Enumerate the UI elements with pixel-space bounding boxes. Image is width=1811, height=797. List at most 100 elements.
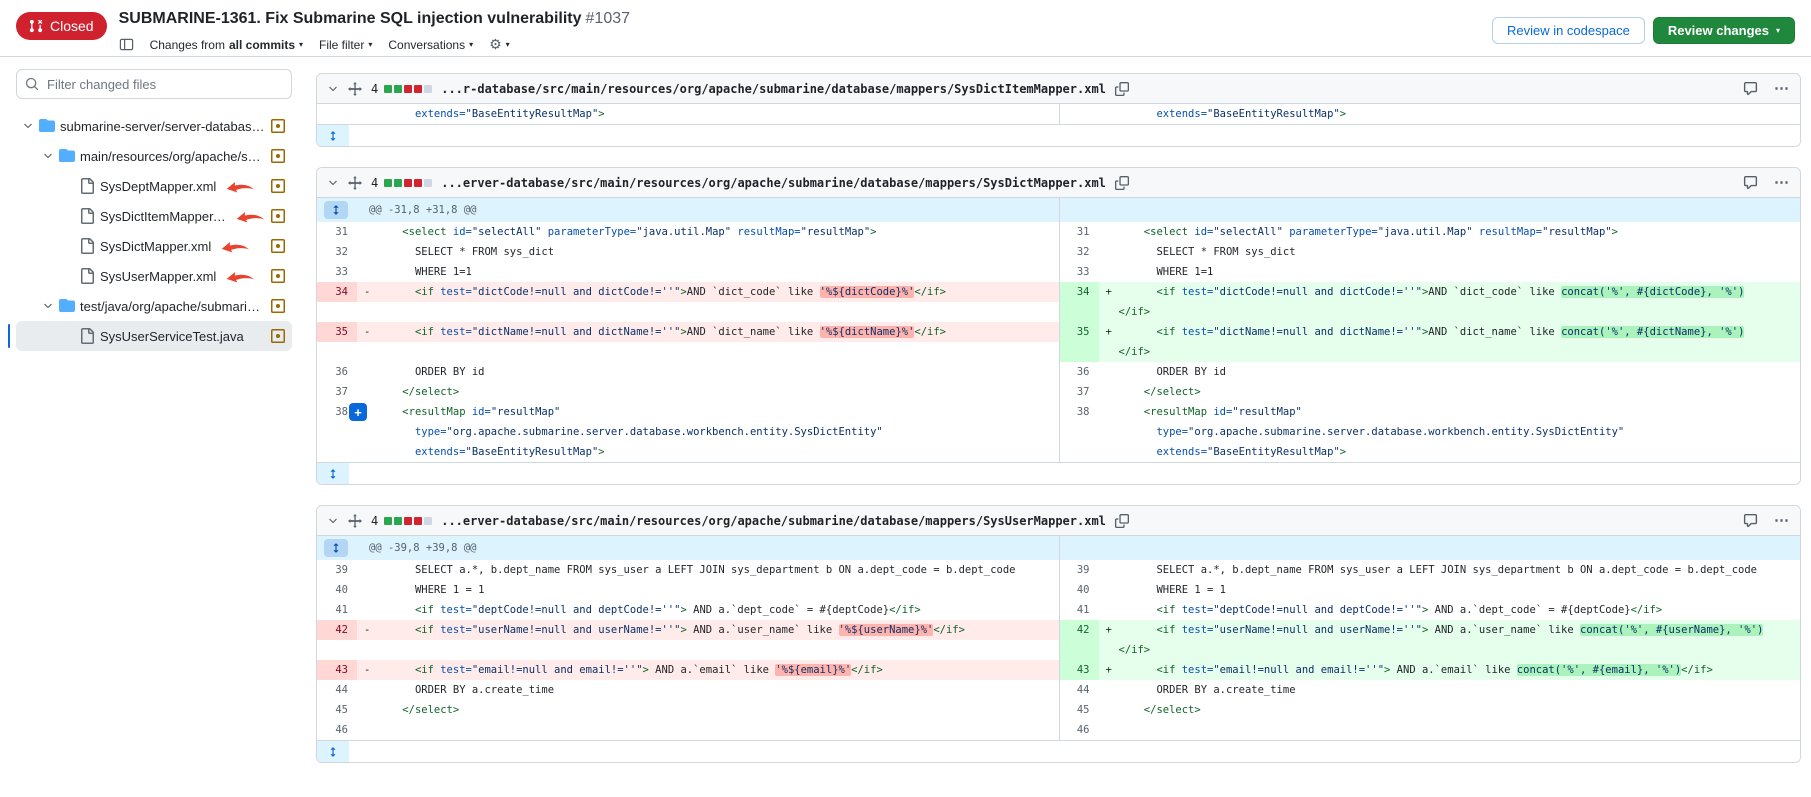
kebab-icon: ⋯: [1774, 81, 1790, 96]
chevron-down-icon: [327, 83, 339, 95]
line-number: 36: [317, 362, 357, 382]
drag-handle-icon[interactable]: [348, 514, 362, 528]
tree-file-row[interactable]: SysDictItemMapper.xml: [16, 201, 292, 231]
expand-hunk-button[interactable]: [324, 201, 348, 219]
diff-row: 35- <if test="dictName!=null and dictNam…: [317, 322, 1800, 342]
line-number: [1059, 422, 1099, 442]
line-number: 44: [1059, 680, 1099, 700]
tree-folder-row[interactable]: main/resources/org/apache/subm...: [16, 141, 292, 171]
file-path-link[interactable]: ...erver-database/src/main/resources/org…: [441, 176, 1106, 190]
deleted-line-marker: -: [364, 620, 370, 640]
pr-header: Closed SUBMARINE-1361. Fix Submarine SQL…: [0, 0, 1811, 57]
file-modified-icon: [270, 118, 286, 134]
line-number: [317, 442, 357, 462]
tree-item-label: submarine-server/server-database/...: [60, 119, 265, 134]
hunk-header-text: @@ -31,8 +31,8 @@: [357, 198, 1059, 222]
code-line: extends="BaseEntityResultMap">: [357, 104, 1059, 124]
code-line: <if test="deptCode!=null and deptCode!='…: [1099, 600, 1801, 620]
line-number: 43: [1059, 660, 1099, 680]
code-line: + <if test="dictName!=null and dictName!…: [1099, 322, 1801, 342]
copy-path-button[interactable]: [1115, 82, 1129, 96]
file-header-actions: ⋯: [1743, 513, 1790, 528]
file-comment-button[interactable]: [1743, 513, 1758, 528]
tree-file-row[interactable]: SysDeptMapper.xml: [16, 171, 292, 201]
diff-row: </if>: [317, 342, 1800, 362]
code-line: SELECT a.*, b.dept_name FROM sys_user a …: [357, 560, 1059, 580]
file-menu-button[interactable]: ⋯: [1774, 513, 1790, 528]
collapse-file-button[interactable]: [327, 515, 339, 527]
line-number: 36: [1059, 362, 1099, 382]
file-icon: [79, 328, 95, 344]
drag-handle-icon[interactable]: [348, 176, 362, 190]
pr-status-badge: Closed: [16, 12, 107, 40]
collapse-file-button[interactable]: [327, 83, 339, 95]
conversations-dropdown[interactable]: Conversations ▾: [388, 38, 473, 52]
diffstat-square: [424, 517, 432, 525]
tree-file-row[interactable]: SysDictMapper.xml: [16, 231, 292, 261]
file-modified-icon: [270, 268, 286, 284]
diffstat-squares: [384, 517, 432, 525]
line-number: [317, 104, 357, 124]
file-menu-button[interactable]: ⋯: [1774, 81, 1790, 96]
expand-hunk-button[interactable]: [324, 539, 348, 557]
line-number: [1059, 302, 1099, 322]
diff-row: 43- <if test="email!=null and email!=''"…: [317, 660, 1800, 680]
file-comment-button[interactable]: [1743, 175, 1758, 190]
diffstat-square: [394, 179, 402, 187]
diff-row: extends="BaseEntityResultMap"> extends="…: [317, 104, 1800, 124]
line-number: 38: [1059, 402, 1099, 422]
copy-path-button[interactable]: [1115, 514, 1129, 528]
tree-folder-row[interactable]: test/java/org/apache/submarine/s...: [16, 291, 292, 321]
diff-settings-dropdown[interactable]: ⚙ ▾: [489, 36, 510, 53]
line-number: 32: [317, 242, 357, 262]
tree-file-row[interactable]: SysUserServiceTest.java: [16, 321, 292, 351]
diffstat-square: [414, 179, 422, 187]
drag-handle-icon[interactable]: [348, 82, 362, 96]
file-filter-dropdown[interactable]: File filter ▾: [319, 38, 372, 52]
review-changes-button[interactable]: Review changes ▾: [1653, 17, 1795, 44]
file-icon: [79, 178, 95, 194]
toggle-file-tree-button[interactable]: [119, 37, 134, 52]
file-comment-button[interactable]: [1743, 81, 1758, 96]
tree-item-label: test/java/org/apache/submarine/s...: [80, 299, 265, 314]
added-line-marker: +: [1106, 322, 1112, 342]
code-line: [357, 302, 1059, 322]
file-modified-icon: [270, 328, 286, 344]
expand-diff-button[interactable]: [317, 741, 349, 762]
file-path-link[interactable]: ...r-database/src/main/resources/org/apa…: [441, 82, 1106, 96]
copy-icon: [1115, 514, 1129, 528]
diff-toolbar: Changes from all commits ▾ File filter ▾…: [119, 36, 630, 53]
code-line: ORDER BY a.create_time: [1099, 680, 1801, 700]
code-line: <resultMap id="resultMap": [357, 402, 1059, 422]
code-line: SELECT a.*, b.dept_name FROM sys_user a …: [1099, 560, 1801, 580]
copy-path-button[interactable]: [1115, 176, 1129, 190]
commits-range-dropdown[interactable]: Changes from all commits ▾: [150, 38, 303, 52]
tree-file-row[interactable]: SysUserMapper.xml: [16, 261, 292, 291]
line-number: 38+: [317, 402, 357, 422]
diff-row: </if>: [317, 640, 1800, 660]
review-in-codespace-button[interactable]: Review in codespace: [1492, 17, 1645, 44]
chevron-down-icon: ▾: [299, 41, 303, 49]
code-line: </select>: [1099, 382, 1801, 402]
line-number: 34: [1059, 282, 1099, 302]
expand-diff-button[interactable]: [317, 463, 349, 484]
add-comment-button[interactable]: +: [349, 403, 367, 421]
filter-changed-files-input[interactable]: [16, 69, 292, 99]
code-line: - <if test="dictName!=null and dictName!…: [357, 322, 1059, 342]
code-line: <if test="deptCode!=null and deptCode!='…: [357, 600, 1059, 620]
line-number: [317, 640, 357, 660]
search-icon: [25, 77, 39, 91]
tree-folder-row[interactable]: submarine-server/server-database/...: [16, 111, 292, 141]
collapse-file-button[interactable]: [327, 177, 339, 189]
diff-file-section: 4...erver-database/src/main/resources/or…: [316, 505, 1801, 763]
expand-diff-button[interactable]: [317, 125, 349, 146]
diff-body: extends="BaseEntityResultMap"> extends="…: [317, 104, 1800, 146]
line-number: 42: [1059, 620, 1099, 640]
annotation-arrow-icon: [219, 237, 251, 255]
file-menu-button[interactable]: ⋯: [1774, 175, 1790, 190]
deleted-line-marker: -: [364, 282, 370, 302]
code-line: - <if test="dictCode!=null and dictCode!…: [357, 282, 1059, 302]
line-number: [317, 422, 357, 442]
file-path-link[interactable]: ...erver-database/src/main/resources/org…: [441, 514, 1106, 528]
line-number: 37: [317, 382, 357, 402]
